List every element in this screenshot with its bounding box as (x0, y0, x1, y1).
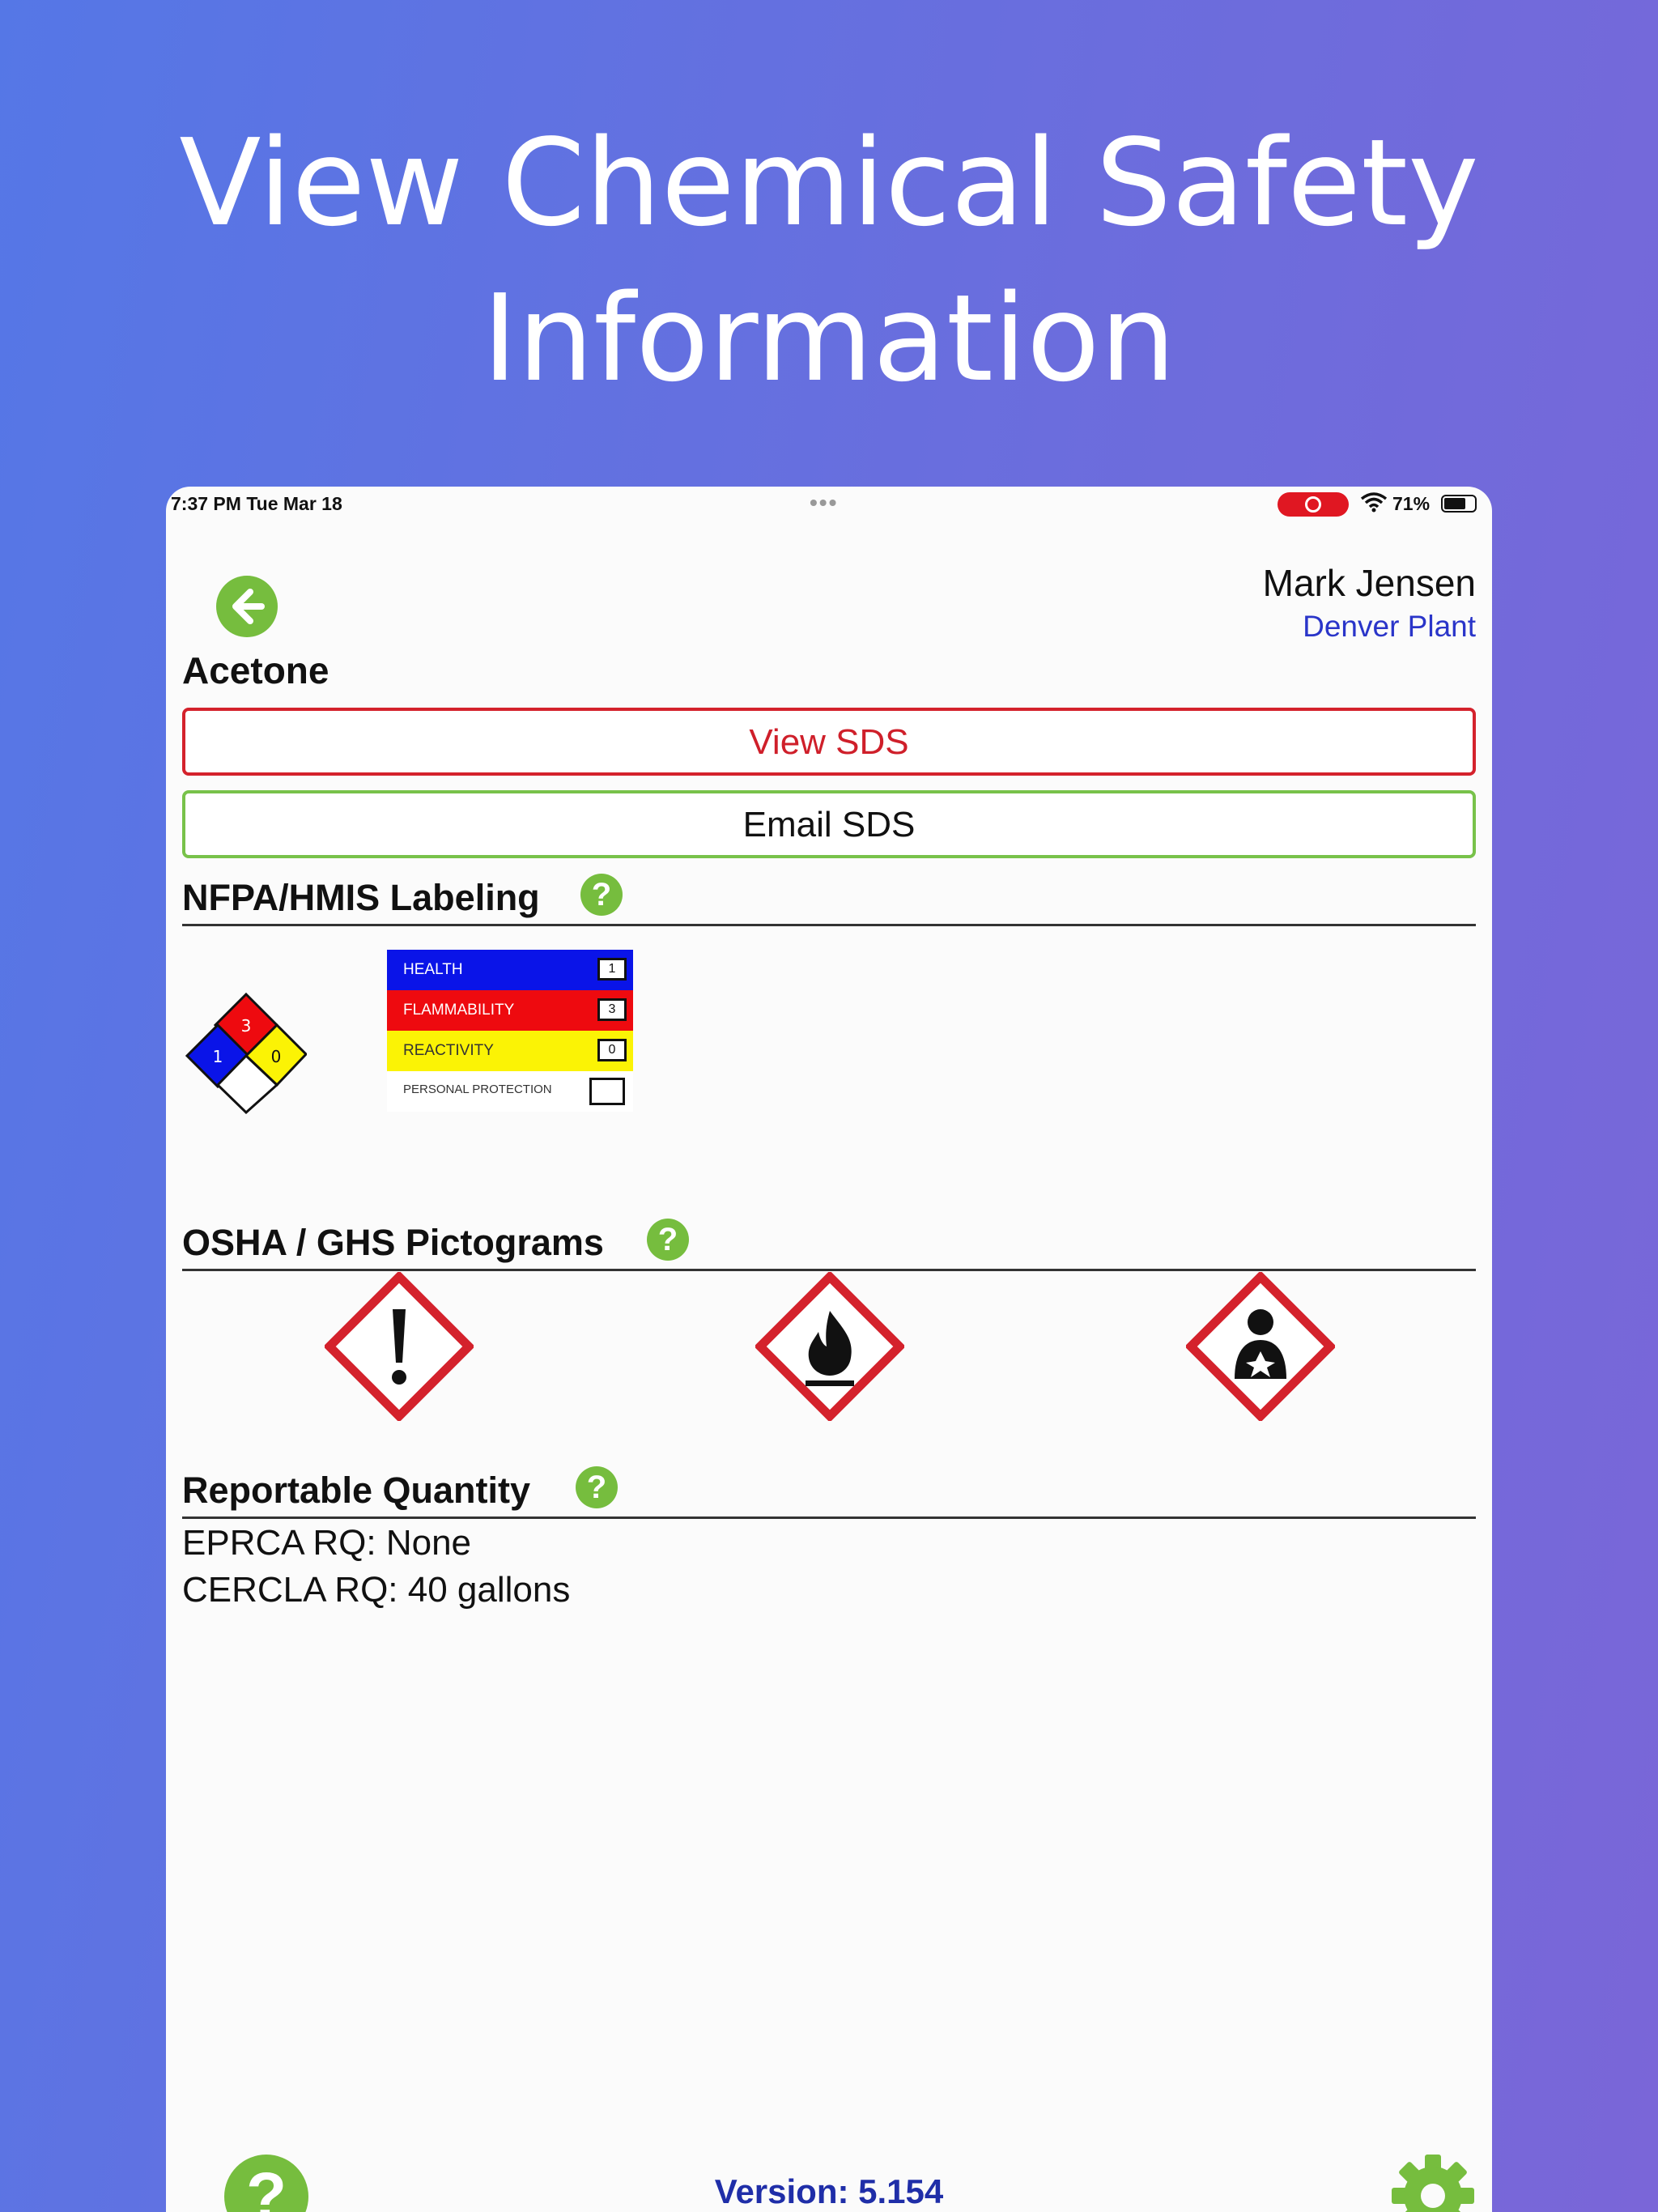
rq-help-icon[interactable]: ? (576, 1466, 618, 1508)
battery-icon (1441, 495, 1477, 513)
hmis-label: HEALTH 1 FLAMMABILITY 3 REACTIVITY 0 PER… (387, 950, 633, 1112)
hmis-reactivity-label: REACTIVITY (403, 1042, 494, 1059)
hmis-reactivity-row: REACTIVITY 0 (387, 1031, 633, 1071)
email-sds-button[interactable]: Email SDS (182, 790, 1476, 858)
chemical-name: Acetone (182, 649, 329, 691)
screen-record-indicator (1278, 492, 1349, 517)
nfpa-help-icon[interactable]: ? (580, 874, 623, 916)
site-link[interactable]: Denver Plant (1303, 610, 1476, 644)
eprca-rq: EPRCA RQ: None (182, 1523, 472, 1563)
tablet-screen: 7:37 PM Tue Mar 18 ••• 71% Mark Jensen D… (166, 487, 1492, 2212)
headline-line-2: Information (482, 269, 1176, 408)
nfpa-reactivity: 0 (271, 1047, 282, 1066)
record-icon (1305, 496, 1321, 513)
hmis-health-row: HEALTH 1 (387, 950, 633, 990)
hmis-protection-value (589, 1078, 625, 1105)
hmis-protection-label: PERSONAL PROTECTION (403, 1083, 552, 1096)
nfpa-flammability: 3 (241, 1016, 252, 1036)
gear-icon[interactable] (1388, 2151, 1477, 2212)
rq-title: Reportable Quantity (182, 1470, 531, 1511)
ghs-help-icon[interactable]: ? (647, 1219, 689, 1261)
section-divider (182, 1269, 1476, 1271)
status-bar: 7:37 PM Tue Mar 18 ••• 71% (166, 487, 1492, 519)
headline-line-1: View Chemical Safety (179, 113, 1479, 253)
hmis-flammability-row: FLAMMABILITY 3 (387, 990, 633, 1031)
hmis-health-value: 1 (597, 958, 627, 981)
multitasking-dots[interactable]: ••• (810, 490, 838, 516)
back-button[interactable] (216, 576, 278, 637)
hmis-flammability-label: FLAMMABILITY (403, 1002, 515, 1019)
cercla-rq: CERCLA RQ: 40 gallons (182, 1570, 571, 1610)
user-name: Mark Jensen (1262, 562, 1476, 604)
nfpa-hmis-title: NFPA/HMIS Labeling (182, 877, 540, 918)
section-divider (182, 1516, 1476, 1519)
wifi-icon (1360, 492, 1388, 513)
ghs-title: OSHA / GHS Pictograms (182, 1222, 604, 1263)
arrow-left-icon (232, 589, 265, 624)
health-hazard-icon (1186, 1272, 1335, 1421)
battery-percent: 71% (1392, 493, 1431, 514)
section-divider (182, 924, 1476, 926)
hmis-flammability-value: 3 (597, 998, 627, 1021)
exclamation-mark-icon (325, 1272, 474, 1421)
version-label: Version: 5.154 (714, 2172, 944, 2210)
status-time: 7:37 PM Tue Mar 18 (171, 493, 342, 514)
nfpa-diamond: 3 1 0 (185, 993, 307, 1114)
hmis-reactivity-value: 0 (597, 1039, 627, 1061)
promo-headline: View Chemical Safety Information (0, 105, 1658, 416)
hmis-health-label: HEALTH (403, 961, 463, 978)
view-sds-button[interactable]: View SDS (182, 708, 1476, 776)
flame-icon (755, 1272, 904, 1421)
hmis-protection-row: PERSONAL PROTECTION (387, 1071, 633, 1112)
nfpa-health: 1 (213, 1047, 223, 1066)
